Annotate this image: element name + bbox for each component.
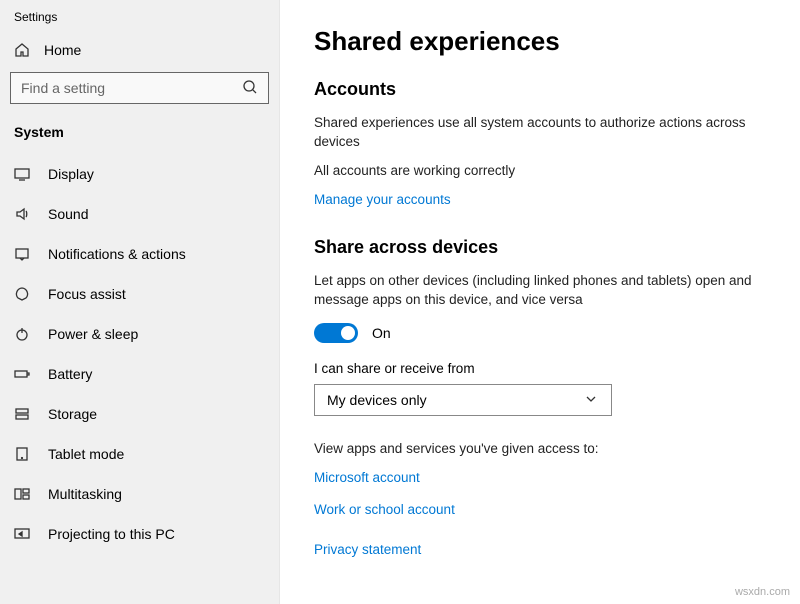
sidebar-item-multitask[interactable]: Multitasking [0,474,279,514]
watermark: wsxdn.com [735,586,790,598]
sidebar-item-projecting[interactable]: Projecting to this PC [0,514,279,554]
battery-icon [14,366,30,382]
sidebar: Settings Home System Display Sound Notific… [0,0,280,604]
nav-label: Notifications & actions [48,246,186,262]
chevron-down-icon [583,391,599,410]
work-school-link[interactable]: Work or school account [314,502,455,517]
app-title: Settings [0,0,279,32]
nav-label: Sound [48,206,88,222]
share-heading: Share across devices [314,237,766,258]
microsoft-account-link[interactable]: Microsoft account [314,470,420,485]
display-icon [14,166,30,182]
access-text: View apps and services you've given acce… [314,440,766,459]
nav-label: Power & sleep [48,326,138,342]
sound-icon [14,206,30,222]
section-label: System [0,118,279,154]
sidebar-item-battery[interactable]: Battery [0,354,279,394]
nav-list: Display Sound Notifications & actions Focus… [0,154,279,604]
search-icon [242,79,258,98]
home-label: Home [44,42,81,58]
toggle-label: On [372,325,391,341]
sidebar-item-display[interactable]: Display [0,154,279,194]
tablet-icon [14,446,30,462]
sidebar-item-storage[interactable]: Storage [0,394,279,434]
home-icon [14,42,30,58]
main-content: Shared experiences Accounts Shared exper… [280,0,800,604]
storage-icon [14,406,30,422]
share-desc: Let apps on other devices (including lin… [314,272,766,310]
notifications-icon [14,246,30,262]
home-button[interactable]: Home [0,32,279,68]
search-input[interactable] [21,80,242,96]
search-wrap [0,68,279,118]
accounts-status: All accounts are working correctly [314,162,766,181]
nav-label: Tablet mode [48,446,124,462]
page-title: Shared experiences [314,26,766,57]
power-icon [14,326,30,342]
manage-accounts-link[interactable]: Manage your accounts [314,192,451,207]
multitask-icon [14,486,30,502]
nav-label: Storage [48,406,97,422]
nav-label: Projecting to this PC [48,526,175,542]
focus-icon [14,286,30,302]
share-from-dropdown[interactable]: My devices only [314,384,612,416]
sidebar-item-sound[interactable]: Sound [0,194,279,234]
share-toggle[interactable] [314,323,358,343]
dropdown-value: My devices only [327,392,427,408]
accounts-desc: Shared experiences use all system accoun… [314,114,766,152]
accounts-heading: Accounts [314,79,766,100]
share-from-label: I can share or receive from [314,361,766,376]
sidebar-item-notifications[interactable]: Notifications & actions [0,234,279,274]
nav-label: Multitasking [48,486,122,502]
projecting-icon [14,526,30,542]
search-box[interactable] [10,72,269,104]
privacy-link[interactable]: Privacy statement [314,542,421,557]
sidebar-item-focus[interactable]: Focus assist [0,274,279,314]
sidebar-item-tablet[interactable]: Tablet mode [0,434,279,474]
nav-label: Display [48,166,94,182]
sidebar-item-power[interactable]: Power & sleep [0,314,279,354]
nav-label: Battery [48,366,92,382]
share-toggle-row: On [314,323,766,343]
nav-label: Focus assist [48,286,126,302]
